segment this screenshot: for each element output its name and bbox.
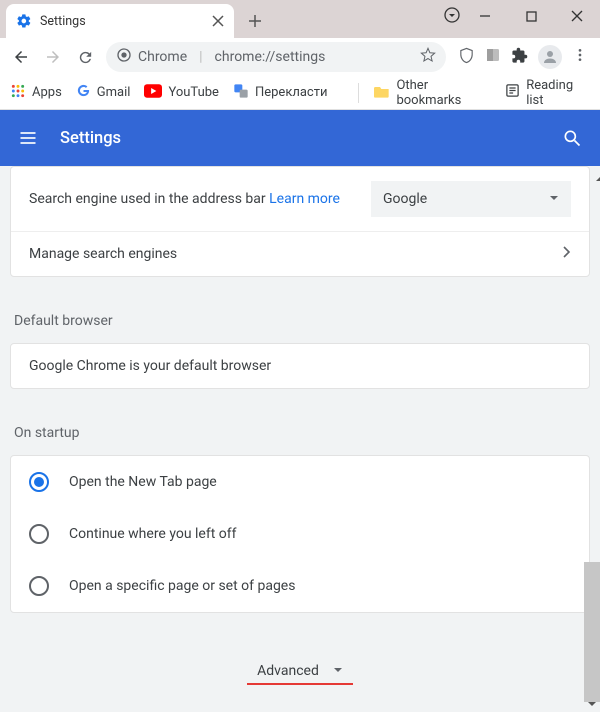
scrollbar-thumb[interactable]: [584, 562, 600, 702]
nav-forward-button[interactable]: [38, 42, 68, 72]
radio-unselected-icon: [29, 576, 49, 596]
omnibox-url: chrome://settings: [215, 49, 326, 65]
browser-menu-icon[interactable]: [572, 47, 588, 67]
learn-more-link[interactable]: Learn more: [269, 191, 340, 207]
translate-label: Перекласти: [255, 85, 328, 100]
gmail-label: Gmail: [97, 85, 131, 100]
default-browser-text: Google Chrome is your default browser: [29, 358, 271, 374]
bookmark-youtube[interactable]: YouTube: [144, 84, 219, 102]
new-tab-button[interactable]: [240, 6, 270, 36]
scroll-up-caret-icon[interactable]: [594, 170, 600, 189]
dropdown-caret-icon: [549, 191, 559, 207]
bookmark-translate[interactable]: Перекласти: [233, 83, 328, 103]
window-close-button[interactable]: [554, 0, 600, 32]
translate-icon: [233, 83, 249, 103]
scroll-down-caret-icon[interactable]: [586, 698, 598, 710]
settings-content[interactable]: Search engine used in the address bar Le…: [0, 166, 600, 712]
other-bookmarks-label: Other bookmarks: [396, 78, 491, 108]
settings-header: Settings: [0, 110, 600, 166]
bookmark-star-icon[interactable]: [420, 47, 436, 67]
extension-misc-icon[interactable]: [485, 47, 501, 67]
bookmarks-bar: Apps Gmail YouTube Перекласти Other book…: [0, 76, 600, 110]
window-maximize-button[interactable]: [508, 0, 554, 32]
search-engine-select[interactable]: Google: [371, 181, 571, 217]
profile-avatar-icon[interactable]: [538, 45, 562, 69]
manage-search-engines-label: Manage search engines: [29, 246, 563, 262]
youtube-icon: [144, 84, 162, 102]
startup-option-specific[interactable]: Open a specific page or set of pages: [11, 560, 589, 612]
startup-card: Open the New Tab page Continue where you…: [10, 455, 590, 613]
folder-icon: [374, 84, 390, 102]
reading-list-label: Reading list: [526, 78, 590, 108]
other-bookmarks[interactable]: Other bookmarks: [374, 78, 491, 108]
startup-option-continue[interactable]: Continue where you left off: [11, 508, 589, 560]
startup-opt1-label: Open the New Tab page: [69, 474, 217, 490]
reading-list[interactable]: Reading list: [505, 78, 590, 108]
advanced-label: Advanced: [257, 663, 319, 679]
startup-opt3-label: Open a specific page or set of pages: [69, 578, 295, 594]
nav-reload-button[interactable]: [70, 42, 100, 72]
settings-search-icon[interactable]: [562, 128, 582, 148]
page-title: Settings: [60, 129, 562, 148]
chrome-site-icon: [116, 47, 132, 67]
radio-unselected-icon: [29, 524, 49, 544]
tab-title: Settings: [40, 14, 212, 29]
radio-selected-icon: [29, 472, 49, 492]
apps-shortcut[interactable]: Apps: [10, 83, 62, 103]
tab-close-icon[interactable]: [212, 12, 224, 31]
default-browser-card: Google Chrome is your default browser: [10, 343, 590, 389]
window-minimize-button[interactable]: [462, 0, 508, 32]
bookmark-gmail[interactable]: Gmail: [76, 83, 131, 102]
apps-label: Apps: [32, 85, 62, 100]
startup-section-title: On startup: [10, 399, 590, 455]
reading-list-icon: [505, 83, 520, 102]
search-engine-selected: Google: [383, 191, 549, 207]
manage-search-engines-row[interactable]: Manage search engines: [11, 231, 589, 276]
chevron-down-icon: [333, 663, 343, 679]
google-g-icon: [76, 83, 91, 102]
settings-gear-icon: [16, 13, 32, 29]
notification-indicator-icon[interactable]: [444, 7, 460, 27]
browser-tab-settings[interactable]: Settings: [6, 4, 234, 38]
chevron-right-icon: [563, 246, 571, 262]
address-bar[interactable]: Chrome | chrome://settings: [106, 42, 446, 72]
startup-opt2-label: Continue where you left off: [69, 526, 237, 542]
browser-toolbar: Chrome | chrome://settings: [0, 38, 600, 76]
advanced-toggle[interactable]: Advanced: [247, 659, 353, 685]
pocket-icon[interactable]: [458, 47, 475, 68]
startup-option-newtab[interactable]: Open the New Tab page: [11, 456, 589, 508]
hamburger-menu-icon[interactable]: [18, 128, 38, 148]
nav-back-button[interactable]: [6, 42, 36, 72]
default-browser-section-title: Default browser: [10, 287, 590, 343]
search-engine-label: Search engine used in the address bar Le…: [29, 191, 371, 207]
apps-grid-icon: [10, 83, 26, 103]
search-engine-card: Search engine used in the address bar Le…: [10, 166, 590, 277]
omnibox-scheme-label: Chrome: [138, 49, 187, 65]
youtube-label: YouTube: [168, 85, 219, 100]
extensions-puzzle-icon[interactable]: [511, 47, 528, 68]
